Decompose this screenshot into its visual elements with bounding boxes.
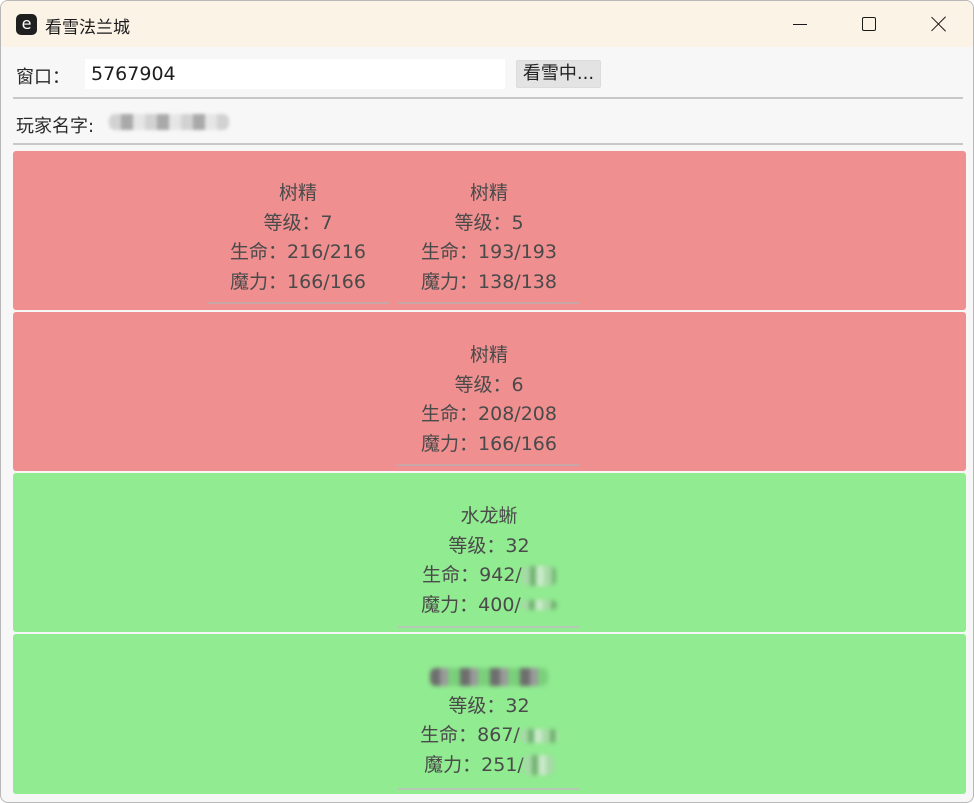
unit-underline: [398, 302, 580, 304]
close-button[interactable]: [904, 1, 973, 47]
unit-mp: 魔力：166/166: [421, 432, 557, 455]
window-id-input[interactable]: [85, 59, 505, 89]
unit-mp-line: 魔力：400/: [398, 591, 580, 621]
unit-underline: [207, 302, 389, 304]
unit-underline: [398, 788, 580, 790]
enemy-row-2: 树精 等级：6 生命：208/208 魔力：166/166: [13, 312, 966, 471]
redacted-value: [520, 600, 557, 611]
maximize-button[interactable]: [834, 1, 904, 47]
window-label: 窗口：: [16, 67, 70, 88]
unit-hp-line: 生命：942/: [398, 561, 580, 591]
divider: [13, 143, 963, 145]
unit-mp: 魔力：138/138: [421, 270, 557, 293]
unit-hp: 生命：193/193: [421, 241, 557, 264]
unit-mp-line: 魔力：251/: [398, 751, 580, 781]
unit-hp: 生命：216/216: [230, 241, 366, 264]
unit-name: 树精: [469, 182, 508, 204]
window-row: 窗口： 看雪中...: [1, 47, 973, 99]
player-name-redacted: [109, 114, 229, 130]
ally-unit-card: 水龙蜥 等级：32 生命：942/ 魔力：400/: [398, 502, 580, 628]
window-title: 看雪法兰城: [45, 18, 130, 38]
divider: [13, 97, 963, 99]
ally-row-2: 等级：32 生命：867/ 魔力：251/: [13, 634, 966, 794]
watch-button[interactable]: 看雪中...: [516, 60, 601, 88]
title-bar[interactable]: e 看雪法兰城: [1, 1, 973, 47]
ally-row-1: 水龙蜥 等级：32 生命：942/ 魔力：400/: [13, 473, 966, 632]
redacted-value: [519, 728, 558, 743]
unit-hp: 生命：942/: [422, 564, 522, 587]
unit-name: 树精: [469, 344, 508, 366]
unit-hp: 生命：867/: [420, 724, 520, 747]
redacted-name: [430, 667, 548, 686]
app-icon: e: [16, 14, 37, 35]
unit-mp: 魔力：251/: [424, 753, 524, 776]
unit-mp: 魔力：400/: [421, 593, 521, 616]
unit-level: 等级：32: [448, 694, 530, 717]
unit-level: 等级：6: [454, 373, 524, 396]
enemy-unit-card: 树精 等级：7 生命：216/216 魔力：166/166: [207, 179, 389, 304]
app-window: e 看雪法兰城 窗口： 看雪中... 玩家名字: 树精 等级：7 生命：216/…: [0, 0, 974, 803]
unit-hp-line: 生命：867/: [398, 721, 580, 751]
unit-name-line: [398, 662, 580, 692]
unit-underline: [398, 464, 580, 466]
redacted-value: [521, 565, 556, 586]
ally-unit-card: 等级：32 生命：867/ 魔力：251/: [398, 662, 580, 790]
unit-name: 树精: [278, 182, 317, 204]
unit-underline: [398, 626, 580, 628]
minimize-icon: [793, 23, 807, 25]
unit-level: 等级：7: [263, 211, 333, 234]
unit-name: 水龙蜥: [460, 505, 518, 527]
enemy-unit-card: 树精 等级：5 生命：193/193 魔力：138/138: [398, 179, 580, 304]
unit-level: 等级：32: [448, 534, 530, 557]
redacted-value: [523, 755, 554, 776]
enemy-unit-card: 树精 等级：6 生命：208/208 魔力：166/166: [398, 341, 580, 466]
unit-hp: 生命：208/208: [421, 403, 557, 426]
unit-mp: 魔力：166/166: [230, 270, 366, 293]
close-icon: [931, 16, 947, 32]
minimize-button[interactable]: [765, 1, 835, 47]
enemy-row-1: 树精 等级：7 生命：216/216 魔力：166/166 树精 等级：5 生命…: [13, 151, 966, 310]
maximize-icon: [862, 17, 876, 31]
unit-level: 等级：5: [454, 211, 524, 234]
player-name-label: 玩家名字:: [16, 116, 95, 137]
